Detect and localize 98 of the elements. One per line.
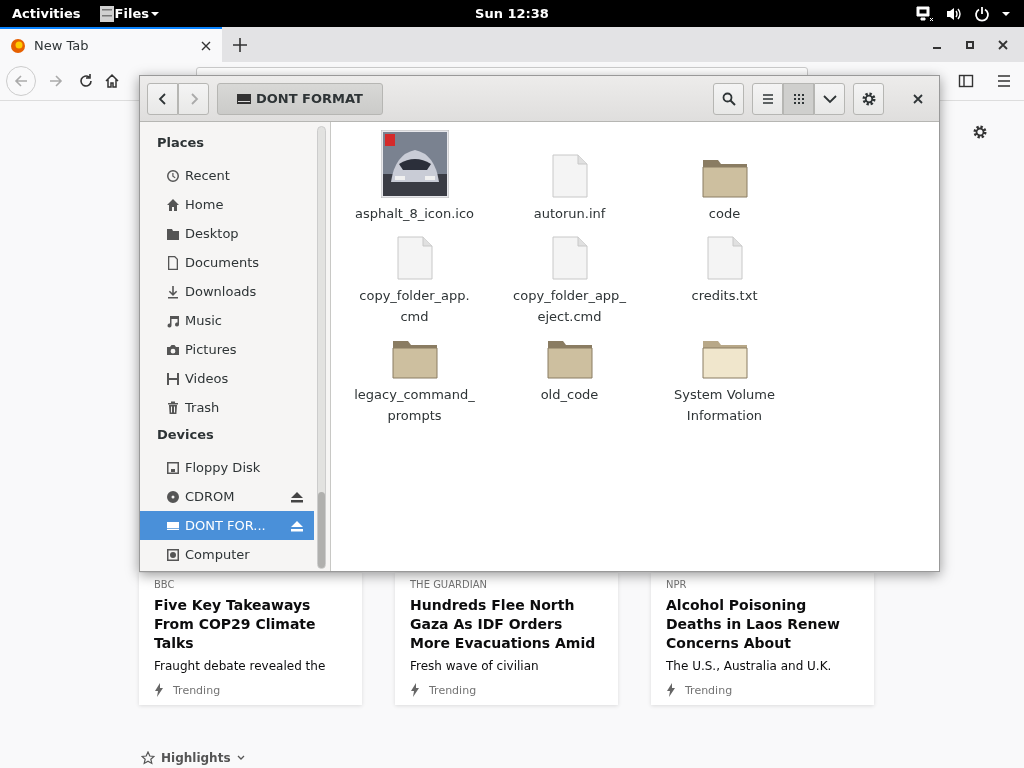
path-button[interactable]: DONT FORMAT	[217, 82, 383, 115]
story-card[interactable]: THE GUARDIAN Hundreds Flee North Gaza As IDF Orders More Evacuations Amid Fresh wave of civilian Trending	[395, 573, 618, 705]
list-view-button[interactable]	[752, 82, 783, 115]
folder-icon	[546, 339, 593, 379]
trending-label: Trending	[173, 683, 221, 697]
sidebar-item[interactable]: Documents	[140, 248, 314, 277]
back-button[interactable]	[147, 82, 178, 115]
folder-icon	[701, 158, 748, 198]
story-excerpt: The U.S., Australia and U.K.	[666, 659, 833, 673]
activities-button[interactable]: Activities	[12, 6, 81, 21]
file-item[interactable]: System Volume Information	[647, 339, 802, 426]
computer-icon	[165, 546, 181, 563]
lightning-icon	[154, 683, 164, 697]
volume-icon[interactable]	[946, 5, 962, 22]
search-icon	[721, 91, 736, 106]
caret-icon	[150, 10, 159, 17]
story-card[interactable]: NPR Alcohol Poisoning Deaths in Laos Renew Concerns About The U.S., Australia and U.K. Trending	[651, 573, 874, 705]
close-icon[interactable]	[912, 92, 924, 105]
star-icon	[141, 751, 155, 765]
story-excerpt: Fresh wave of civilian	[410, 659, 540, 673]
sidebar-item[interactable]: Home	[140, 190, 314, 219]
story-source: THE GUARDIAN	[410, 579, 488, 590]
sidebar-item[interactable]: Computer	[140, 540, 314, 569]
highlights-header[interactable]: Highlights	[141, 751, 245, 765]
grid-view-button[interactable]	[783, 82, 814, 115]
left-arrow-icon	[13, 73, 29, 89]
maximize-icon[interactable]	[965, 39, 975, 50]
browser-logo-icon	[10, 37, 26, 54]
right-arrow-icon	[48, 73, 64, 89]
settings-icon[interactable]	[971, 123, 989, 141]
file-cabinet-icon	[98, 4, 115, 23]
caret-icon	[236, 755, 245, 761]
lightning-icon	[410, 683, 420, 697]
scrollbar[interactable]	[317, 126, 326, 569]
list-icon	[761, 92, 774, 105]
download-icon	[165, 283, 181, 300]
story-source: BBC	[154, 579, 176, 590]
view-options-button[interactable]	[814, 82, 845, 115]
power-icon[interactable]	[974, 5, 990, 22]
drive-icon	[236, 91, 252, 106]
story-title[interactable]: Hundreds Flee North Gaza As IDF Orders More Evacuations Amid	[410, 596, 603, 653]
grid-icon	[792, 92, 805, 105]
sidebar-item[interactable]: Music	[140, 306, 314, 335]
caret-icon	[822, 93, 837, 104]
menu-icon[interactable]	[996, 73, 1012, 89]
clock[interactable]: Sun 12:38	[475, 6, 549, 21]
document-icon	[551, 236, 588, 280]
clock-icon	[165, 167, 181, 184]
close-icon[interactable]	[998, 39, 1008, 50]
settings-icon	[860, 90, 877, 107]
sidebar-item[interactable]: Desktop	[140, 219, 314, 248]
sidebar-item[interactable]: Videos	[140, 364, 314, 393]
document-icon	[706, 236, 743, 280]
trending-label: Trending	[429, 683, 477, 697]
lightning-icon	[666, 683, 676, 697]
file-item[interactable]: credits.txt	[647, 236, 802, 327]
folder-icon	[391, 339, 438, 379]
home-icon	[165, 196, 181, 213]
story-title[interactable]: Alcohol Poisoning Deaths in Laos Renew Concerns About	[666, 596, 859, 653]
sidebar-item[interactable]: Pictures	[140, 335, 314, 364]
sidebar-item[interactable]: Trash	[140, 393, 314, 422]
file-item[interactable]: legacy_command_prompts	[337, 339, 492, 426]
document-icon	[396, 236, 433, 280]
eject-icon[interactable]	[290, 490, 304, 503]
file-item[interactable]: autorun.inf	[492, 130, 647, 224]
trash-icon	[165, 399, 181, 416]
file-item[interactable]: code	[647, 130, 802, 224]
chevron-left-icon	[156, 92, 169, 105]
close-icon[interactable]	[200, 39, 212, 52]
trending-label: Trending	[685, 683, 733, 697]
home-icon[interactable]	[104, 73, 120, 89]
new-tab-icon[interactable]	[232, 36, 248, 53]
film-icon	[165, 370, 181, 387]
sidebar-heading: Places	[156, 134, 206, 152]
file-item[interactable]: asphalt_8_icon.ico	[337, 130, 492, 224]
sidebar-item[interactable]: Downloads	[140, 277, 314, 306]
caret-icon[interactable]	[1002, 10, 1010, 17]
story-excerpt: Fraught debate revealed the	[154, 659, 327, 673]
sidebar-item[interactable]: CDROM	[140, 482, 314, 511]
story-source: NPR	[666, 579, 688, 590]
folder-icon	[701, 339, 748, 379]
settings-button[interactable]	[853, 82, 884, 115]
sidebar-item[interactable]: Floppy Disk	[140, 453, 314, 482]
reload-icon[interactable]	[78, 73, 94, 89]
document-icon	[551, 154, 588, 198]
file-item[interactable]: old_code	[492, 339, 647, 426]
story-card[interactable]: BBC Five Key Takeaways From COP29 Climate Talks Fraught debate revealed the Trending	[139, 573, 362, 705]
file-item[interactable]: copy_folder_app.cmd	[337, 236, 492, 327]
sidebar-heading: Devices	[156, 426, 215, 444]
search-button[interactable]	[713, 82, 744, 115]
app-menu[interactable]: Files	[98, 4, 159, 23]
document-icon	[165, 254, 181, 271]
sidebar-icon[interactable]	[958, 73, 974, 89]
story-title[interactable]: Five Key Takeaways From COP29 Climate Talks	[154, 596, 347, 653]
network-icon[interactable]	[916, 5, 934, 22]
sidebar-item[interactable]: Recent	[140, 161, 314, 190]
browser-tab[interactable]: New Tab	[0, 27, 222, 62]
file-item[interactable]: copy_folder_app_eject.cmd	[492, 236, 647, 327]
